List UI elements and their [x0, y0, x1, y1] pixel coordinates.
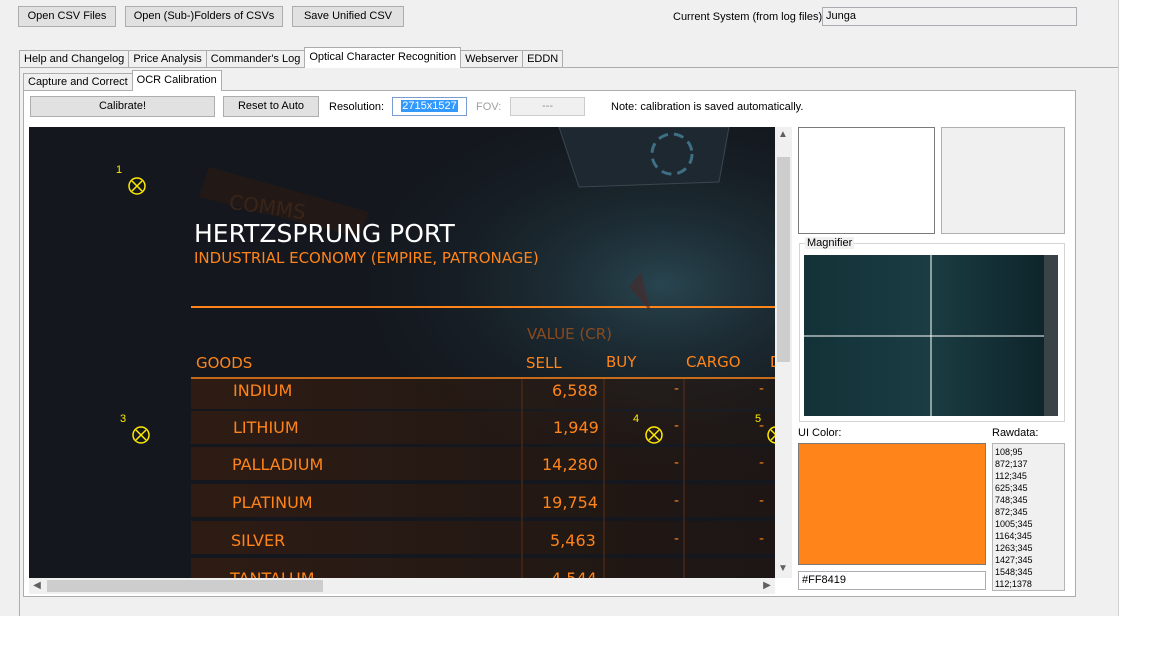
marker-number: 5	[755, 413, 762, 425]
row-sell-value: 5,463	[550, 531, 596, 550]
tab-divider	[19, 67, 1118, 68]
scroll-down-icon[interactable]: ▼	[775, 563, 791, 574]
page-left-border	[19, 68, 20, 616]
resolution-field[interactable]: 2715x1527	[392, 97, 467, 116]
row-goods-name: PLATINUM	[232, 493, 313, 512]
resolution-value: 2715x1527	[401, 100, 458, 112]
crosshair-circle-icon	[767, 426, 775, 444]
rawdata-item: 108;95	[995, 447, 1023, 457]
ui-color-hex-field[interactable]: #FF8419	[798, 571, 986, 590]
marker-number: 4	[633, 413, 640, 425]
scroll-right-icon[interactable]: ▶	[759, 580, 775, 591]
column-buy: BUY	[606, 353, 637, 371]
calibration-marker[interactable]: 4	[633, 413, 663, 447]
rawdata-item: 1427;345	[995, 555, 1033, 565]
reset-to-auto-button[interactable]: Reset to Auto	[223, 96, 319, 117]
rawdata-item: 1263;345	[995, 543, 1033, 553]
ui-color-label: UI Color:	[798, 427, 842, 439]
crosshair-circle-icon	[645, 426, 663, 444]
column-sell: SELL	[526, 354, 562, 372]
row-cargo-value: -	[759, 455, 765, 471]
row-buy-value: -	[674, 418, 680, 434]
ui-color-swatch[interactable]	[798, 443, 986, 565]
calibration-marker[interactable]: 3	[120, 413, 150, 447]
rawdata-item: 1164;345	[995, 531, 1032, 541]
open-csv-button[interactable]: Open CSV Files	[18, 6, 116, 27]
row-cargo-value: -	[759, 531, 765, 547]
row-cargo-value: -	[759, 493, 765, 509]
marker-number: 3	[120, 413, 127, 425]
row-goods-name: PALLADIUM	[232, 455, 324, 474]
horizontal-scroll-thumb[interactable]	[47, 580, 323, 592]
current-system-label: Current System (from log files)	[673, 11, 823, 23]
row-goods-name: LITHIUM	[233, 418, 299, 437]
scroll-up-icon[interactable]: ▲	[775, 129, 791, 140]
calibration-marker[interactable]: 5	[755, 413, 775, 447]
station-name: HERTZSPRUNG PORT	[194, 219, 455, 248]
station-economy: INDUSTRIAL ECONOMY (EMPIRE, PATRONAGE)	[194, 249, 539, 267]
rawdata-item: 112;1378	[995, 579, 1032, 589]
app-window: Open CSV Files Open (Sub-)Folders of CSV…	[0, 0, 1119, 616]
rawdata-item: 112;345	[995, 471, 1027, 481]
value-header: VALUE (CR)	[527, 325, 612, 343]
crosshair-circle-icon	[128, 177, 146, 195]
row-goods-name: TANTALUM	[230, 569, 315, 578]
tab-webserver[interactable]: Webserver	[460, 50, 524, 68]
row-buy-value: -	[674, 531, 680, 547]
fov-label: FOV:	[476, 101, 502, 113]
tab-eddn[interactable]: EDDN	[522, 50, 564, 68]
row-sell-value: 19,754	[542, 493, 598, 512]
vertical-scrollbar[interactable]: ▲ ▼	[775, 127, 792, 578]
rawdata-item: 1548;345	[995, 567, 1033, 577]
rawdata-item: 625;345	[995, 483, 1028, 493]
current-system-field[interactable]: Junga	[822, 7, 1077, 26]
row-goods-name: INDIUM	[233, 381, 293, 400]
magnifier-label: Magnifier	[805, 237, 855, 249]
vertical-scroll-thumb[interactable]	[777, 157, 790, 362]
column-goods: GOODS	[196, 354, 253, 372]
magnifier-view	[804, 255, 1058, 416]
crosshair-circle-icon	[132, 426, 150, 444]
open-folders-button[interactable]: Open (Sub-)Folders of CSVs	[125, 6, 283, 27]
row-buy-value: -	[674, 381, 680, 397]
column-cargo: CARGO	[686, 353, 741, 371]
tab-capture-correct[interactable]: Capture and Correct	[23, 73, 133, 91]
tab-ocr[interactable]: Optical Character Recognition	[304, 47, 462, 68]
rawdata-label: Rawdata:	[992, 427, 1039, 439]
preview-box-right	[941, 127, 1065, 234]
rawdata-item: 1005;345	[995, 519, 1033, 529]
row-cargo-value: -	[759, 381, 765, 397]
tab-commanders-log[interactable]: Commander's Log	[205, 50, 306, 68]
tab-help-changelog[interactable]: Help and Changelog	[19, 50, 130, 68]
rawdata-item: 872;137	[995, 459, 1028, 469]
calibration-marker[interactable]: 1	[116, 164, 146, 198]
save-unified-csv-button[interactable]: Save Unified CSV	[292, 6, 404, 27]
calibrate-button[interactable]: Calibrate!	[30, 96, 215, 117]
row-sell-value: 14,280	[542, 455, 598, 474]
scroll-left-icon[interactable]: ◀	[29, 580, 45, 591]
tab-price-analysis[interactable]: Price Analysis	[128, 50, 207, 68]
marker-number: 1	[116, 164, 123, 176]
preview-box-left	[798, 127, 935, 234]
row-goods-name: SILVER	[231, 531, 286, 550]
row-buy-value: -	[674, 455, 680, 471]
row-sell-value: 4,544	[551, 569, 597, 578]
tab-ocr-calibration[interactable]: OCR Calibration	[131, 70, 222, 91]
sub-tab-strip: Capture and Correct OCR Calibration	[23, 70, 222, 91]
rawdata-list[interactable]: 108;95 872;137 112;345 625;345 748;345 8…	[992, 443, 1065, 591]
row-buy-value: -	[674, 493, 680, 509]
row-sell-value: 6,588	[552, 381, 598, 400]
main-tab-strip: Help and Changelog Price Analysis Comman…	[19, 47, 564, 68]
fov-field[interactable]: ---	[510, 97, 585, 116]
magnifier-image	[804, 255, 1058, 416]
calibration-note: Note: calibration is saved automatically…	[611, 101, 804, 113]
game-screenshot[interactable]: COMMS HERTZSPRUNG PORT INDUSTRIAL ECONOM…	[29, 127, 775, 578]
horizontal-scrollbar[interactable]: ◀ ▶	[29, 578, 775, 594]
row-sell-value: 1,949	[553, 418, 599, 437]
resolution-label: Resolution:	[329, 101, 385, 113]
rawdata-item: 872;345	[995, 507, 1028, 517]
rawdata-item: 748;345	[995, 495, 1028, 505]
